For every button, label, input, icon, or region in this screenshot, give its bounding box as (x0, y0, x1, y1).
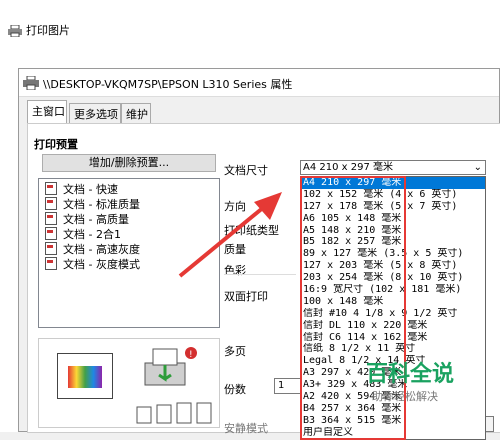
tab-more-options[interactable]: 更多选项 (69, 103, 121, 123)
watermark-title: 百科全说 (366, 362, 455, 387)
preset-item-label: 文档 - 高质量 (63, 212, 129, 226)
document-icon (45, 227, 57, 240)
document-icon (45, 257, 57, 270)
doc-size-select[interactable]: A4 210 x 297 毫米 ⌄ (300, 160, 486, 175)
preset-item-label: 文档 - 标准质量 (63, 197, 140, 211)
document-icon (45, 182, 57, 195)
document-icon (45, 212, 57, 225)
add-delete-presets-button[interactable]: 增加/删除预置... (42, 154, 216, 172)
presets-heading: 打印预置 (34, 138, 78, 151)
tab-main[interactable]: 主窗口 (27, 100, 67, 124)
quiet-mode-label: 安静模式 (224, 422, 268, 435)
paper-preview (57, 353, 113, 399)
printer-icon (23, 75, 39, 93)
copies-input[interactable]: 1 (274, 378, 302, 394)
printer-icon (8, 24, 22, 38)
color-bar-image (68, 366, 102, 388)
preview-area: ! (38, 338, 220, 428)
preset-item-label: 文档 - 灰度模式 (63, 257, 140, 271)
outer-window-title-text: 打印图片 (26, 24, 70, 37)
document-icon (45, 197, 57, 210)
dialog-title: \\DESKTOP-VKQM7SP\EPSON L310 Series 属性 (43, 78, 293, 91)
copies-label: 份数 (224, 383, 246, 396)
dialog-titlebar: \\DESKTOP-VKQM7SP\EPSON L310 Series 属性 (19, 69, 499, 97)
printer-illustration: ! (139, 345, 199, 395)
preset-item-label: 文档 - 高速灰度 (63, 242, 140, 256)
multi-copy-illustration (135, 401, 215, 425)
outer-window-title: 打印图片 (8, 22, 70, 38)
doc-size-label: 文档尺寸 (224, 164, 268, 177)
tab-maintenance[interactable]: 维护 (121, 103, 151, 123)
duplex-label: 双面打印 (224, 290, 268, 303)
svg-text:!: ! (189, 350, 193, 360)
multipage-label: 多页 (224, 345, 246, 358)
red-arrow-annotation (178, 192, 282, 278)
preset-item-label: 文档 - 2合1 (63, 227, 121, 241)
watermark: 百科全说 助你轻松解决 (366, 356, 454, 404)
chevron-down-icon: ⌄ (473, 162, 482, 173)
doc-size-value: A4 210 x 297 毫米 (303, 162, 394, 173)
preset-item-label: 文档 - 快速 (63, 182, 118, 196)
document-icon (45, 242, 57, 255)
watermark-subtitle: 助你轻松解决 (372, 390, 438, 403)
